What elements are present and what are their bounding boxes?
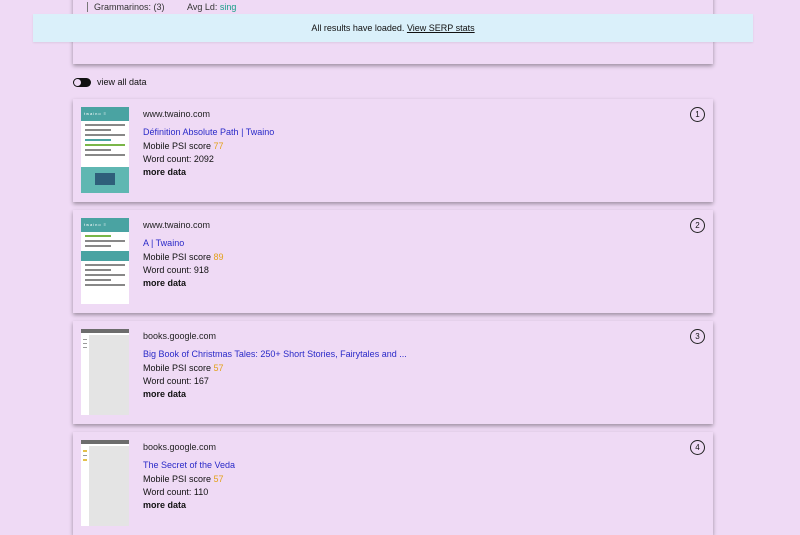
- summary-partial-text: Grammarinos: (3): [87, 2, 165, 12]
- page-thumbnail[interactable]: [81, 329, 129, 415]
- result-card: twaino ≡ www.twaino.com A | Twaino Mobil…: [73, 210, 713, 313]
- psi-score-value: 77: [213, 141, 224, 151]
- psi-score: Mobile PSI score 57: [143, 362, 407, 375]
- results-loaded-banner: All results have loaded. View SERP stats: [33, 14, 753, 42]
- page-thumbnail[interactable]: [81, 440, 129, 526]
- psi-score-value: 57: [213, 474, 224, 484]
- result-title-link[interactable]: Big Book of Christmas Tales: 250+ Short …: [143, 348, 407, 361]
- page-thumbnail[interactable]: twaino ≡: [81, 218, 129, 304]
- banner-text: All results have loaded.: [311, 23, 405, 33]
- result-domain: books.google.com: [143, 442, 217, 452]
- psi-score-label: Mobile PSI score: [143, 474, 212, 484]
- result-title-link[interactable]: A | Twaino: [143, 237, 224, 250]
- rank-badge: 3: [690, 329, 705, 344]
- more-data-button[interactable]: more data: [143, 388, 407, 401]
- view-serp-stats-link[interactable]: View SERP stats: [407, 23, 475, 33]
- result-card: twaino ≡ www.twaino.com Définition Absol…: [73, 99, 713, 202]
- summary-stat-value: sing: [219, 2, 237, 12]
- word-count: Word count: 918: [143, 265, 209, 275]
- rank-badge: 2: [690, 218, 705, 233]
- result-domain: books.google.com: [143, 331, 217, 341]
- psi-score-label: Mobile PSI score: [143, 252, 212, 262]
- result-domain: www.twaino.com: [143, 109, 211, 119]
- page-thumbnail[interactable]: twaino ≡: [81, 107, 129, 193]
- rank-badge: 1: [690, 107, 705, 122]
- psi-score: Mobile PSI score 89: [143, 251, 224, 264]
- more-data-button[interactable]: more data: [143, 166, 274, 179]
- psi-score-value: 89: [213, 252, 224, 262]
- result-card: books.google.com The Secret of the Veda …: [73, 432, 713, 535]
- view-all-data-row[interactable]: view all data: [73, 75, 147, 89]
- result-domain: www.twaino.com: [143, 220, 211, 230]
- more-data-button[interactable]: more data: [143, 499, 235, 512]
- word-count: Word count: 2092: [143, 154, 214, 164]
- psi-score: Mobile PSI score 57: [143, 473, 235, 486]
- rank-badge: 4: [690, 440, 705, 455]
- result-card: books.google.com Big Book of Christmas T…: [73, 321, 713, 424]
- word-count: Word count: 167: [143, 376, 209, 386]
- psi-score-value: 57: [213, 363, 224, 373]
- result-title-link[interactable]: The Secret of the Veda: [143, 459, 235, 472]
- result-title-link[interactable]: Définition Absolute Path | Twaino: [143, 126, 274, 139]
- psi-score-label: Mobile PSI score: [143, 141, 212, 151]
- view-all-data-label: view all data: [97, 77, 147, 87]
- view-all-data-toggle[interactable]: [73, 77, 91, 87]
- word-count: Word count: 110: [143, 487, 209, 497]
- psi-score: Mobile PSI score 77: [143, 140, 274, 153]
- summary-stat-label: Avg Ld:: [187, 2, 218, 12]
- summary-partial-stat: Avg Ld: sing: [187, 2, 236, 12]
- more-data-button[interactable]: more data: [143, 277, 224, 290]
- psi-score-label: Mobile PSI score: [143, 363, 212, 373]
